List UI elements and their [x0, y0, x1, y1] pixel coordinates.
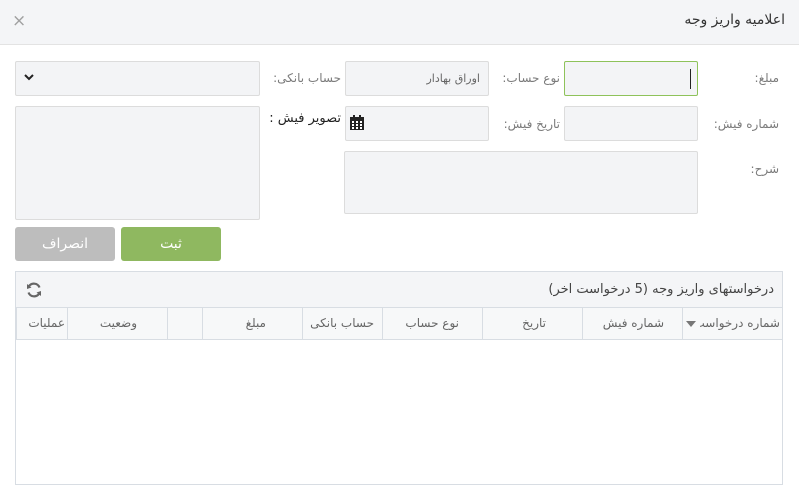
column-operations-label: عملیات: [28, 316, 65, 330]
amount-label: مبلغ:: [754, 71, 779, 85]
close-icon[interactable]: ×: [12, 10, 26, 32]
cancel-button[interactable]: انصراف: [15, 227, 115, 261]
column-request-number-label: شماره درخواست: [693, 316, 780, 330]
column-date-label: تاریخ: [522, 316, 546, 330]
column-sort-toggle[interactable]: [682, 308, 700, 340]
account-type-value: اوراق بهادار: [426, 72, 480, 85]
column-empty[interactable]: [167, 308, 202, 340]
requests-panel-header: درخواستهای واریز وجه (5 درخواست اخر): [16, 272, 782, 308]
dialog-title: اعلامیه واریز وجه: [684, 12, 785, 28]
dialog-header: اعلامیه واریز وجه ×: [0, 0, 799, 45]
column-status[interactable]: وضعیت: [67, 308, 167, 340]
column-operations[interactable]: عملیات: [16, 308, 67, 340]
column-bank-account-label: حساب بانکی: [310, 316, 374, 330]
chevron-down-icon: [24, 71, 34, 84]
column-account-type-label: نوع حساب: [405, 316, 459, 330]
bank-account-select[interactable]: [15, 61, 260, 96]
refresh-icon[interactable]: [24, 280, 44, 300]
receipt-image-dropzone[interactable]: [15, 106, 260, 220]
receipt-date-input[interactable]: [345, 106, 489, 141]
receipt-image-label: تصویر فیش :: [269, 111, 341, 126]
column-account-type[interactable]: نوع حساب: [382, 308, 482, 340]
account-type-field: اوراق بهادار: [345, 61, 489, 96]
save-button[interactable]: ثبت: [121, 227, 221, 261]
column-status-label: وضعیت: [99, 316, 137, 330]
column-request-number[interactable]: شماره درخواست: [694, 308, 782, 340]
column-receipt-number[interactable]: شماره فیش: [582, 308, 682, 340]
requests-table-body: [16, 340, 782, 484]
requests-panel-title: درخواستهای واریز وجه (5 درخواست اخر): [548, 282, 774, 297]
receipt-number-input[interactable]: [564, 106, 698, 141]
column-bank-account[interactable]: حساب بانکی: [302, 308, 382, 340]
column-receipt-number-label: شماره فیش: [602, 316, 664, 330]
receipt-date-label: تاریخ فیش:: [503, 117, 560, 131]
text-caret: [690, 69, 691, 89]
account-type-label: نوع حساب:: [502, 71, 560, 85]
amount-input[interactable]: [564, 61, 698, 96]
column-amount-label: مبلغ: [245, 316, 266, 330]
bank-account-label: حساب بانکی:: [273, 71, 341, 85]
description-label: شرح:: [750, 162, 779, 176]
sort-down-icon[interactable]: [686, 321, 696, 327]
description-textarea[interactable]: [344, 151, 698, 214]
receipt-number-label: شماره فیش:: [713, 117, 779, 131]
column-date[interactable]: تاریخ: [482, 308, 582, 340]
requests-panel: درخواستهای واریز وجه (5 درخواست اخر) شما…: [15, 271, 783, 485]
column-amount[interactable]: مبلغ: [202, 308, 302, 340]
calendar-icon[interactable]: [350, 115, 364, 130]
